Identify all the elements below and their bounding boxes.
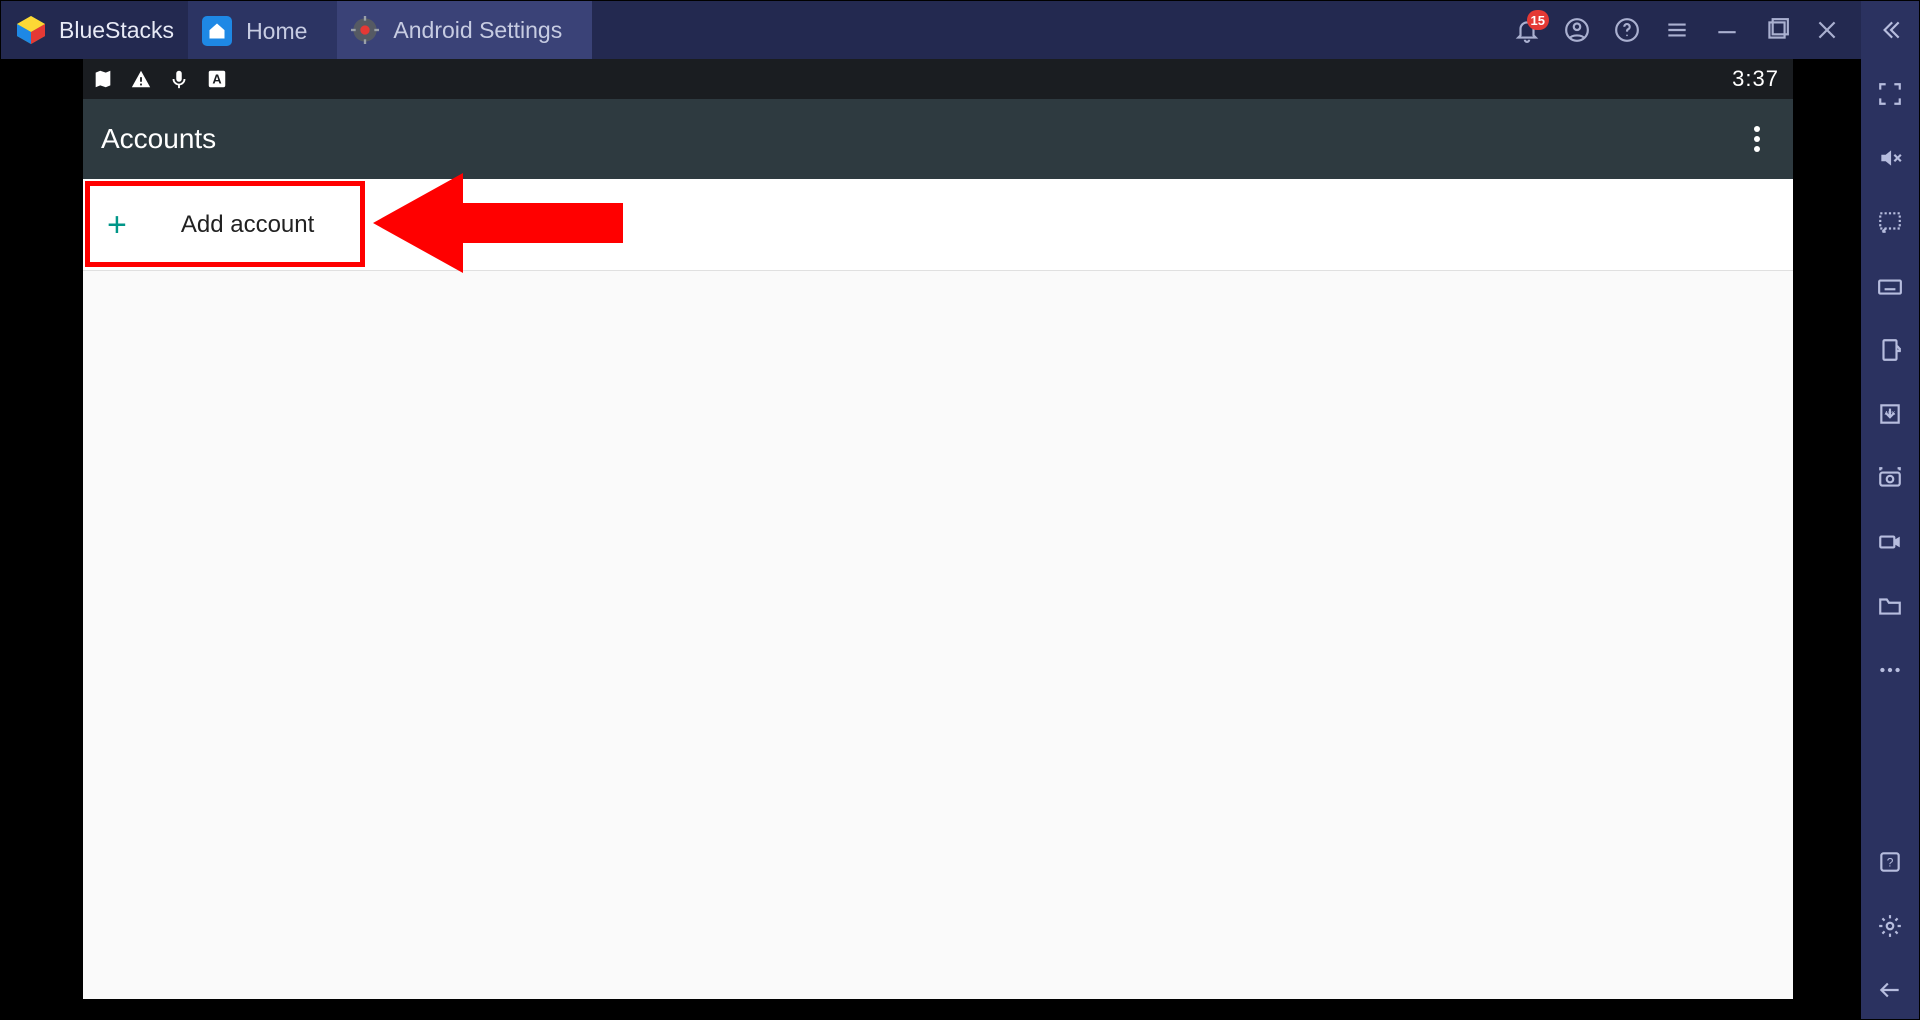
keyboard-button[interactable] [1875, 271, 1905, 301]
minimize-button[interactable] [1713, 16, 1741, 44]
overflow-menu-button[interactable] [1743, 125, 1771, 153]
fullscreen-button[interactable] [1875, 79, 1905, 109]
mic-icon [167, 67, 191, 91]
app-name: BlueStacks [59, 17, 174, 44]
notifications-button[interactable]: 15 [1513, 16, 1541, 44]
accounts-list: + Add account [83, 179, 1793, 999]
media-folder-button[interactable] [1875, 591, 1905, 621]
android-status-bar: A 3:37 [83, 59, 1793, 99]
settings-button[interactable] [1875, 911, 1905, 941]
back-button[interactable] [1875, 975, 1905, 1005]
record-button[interactable] [1875, 527, 1905, 557]
svg-text:?: ? [1887, 855, 1894, 869]
add-account-row[interactable]: + Add account [83, 179, 1793, 271]
auto-icon: A [205, 67, 229, 91]
hamburger-menu-button[interactable] [1663, 16, 1691, 44]
account-button[interactable] [1563, 16, 1591, 44]
accounts-title: Accounts [101, 123, 216, 155]
collapse-toolbar-button[interactable] [1875, 15, 1905, 45]
keymap-button[interactable] [1875, 207, 1905, 237]
notification-badge: 15 [1527, 10, 1549, 30]
svg-text:A: A [212, 72, 221, 87]
guide-button[interactable]: ? [1875, 847, 1905, 877]
bluestacks-logo-icon [11, 10, 51, 50]
tab-home[interactable]: Home [188, 1, 337, 59]
maximize-button[interactable] [1763, 16, 1791, 44]
tab-home-label: Home [246, 18, 307, 45]
gear-icon [351, 16, 379, 44]
install-apk-button[interactable]: APK [1875, 399, 1905, 429]
warning-icon [129, 67, 153, 91]
help-button[interactable] [1613, 16, 1641, 44]
right-toolbar: APK ? [1861, 1, 1919, 1019]
plus-icon: + [107, 208, 127, 242]
android-screen: A 3:37 Accounts + Add account [83, 59, 1793, 999]
accounts-header: Accounts [83, 99, 1793, 179]
more-button[interactable] [1875, 655, 1905, 685]
home-icon [202, 16, 232, 46]
rotate-button[interactable] [1875, 335, 1905, 365]
title-bar: BlueStacks Home [1, 1, 1861, 59]
close-button[interactable] [1813, 16, 1841, 44]
map-icon [91, 67, 115, 91]
tab-settings-label: Android Settings [393, 17, 562, 44]
status-time: 3:37 [1732, 66, 1779, 92]
add-account-label: Add account [181, 211, 314, 239]
emulator-viewport: A 3:37 Accounts + Add account [1, 59, 1861, 1019]
volume-mute-button[interactable] [1875, 143, 1905, 173]
screenshot-button[interactable] [1875, 463, 1905, 493]
tab-android-settings[interactable]: Android Settings [337, 1, 592, 59]
svg-text:APK: APK [1885, 411, 1896, 417]
